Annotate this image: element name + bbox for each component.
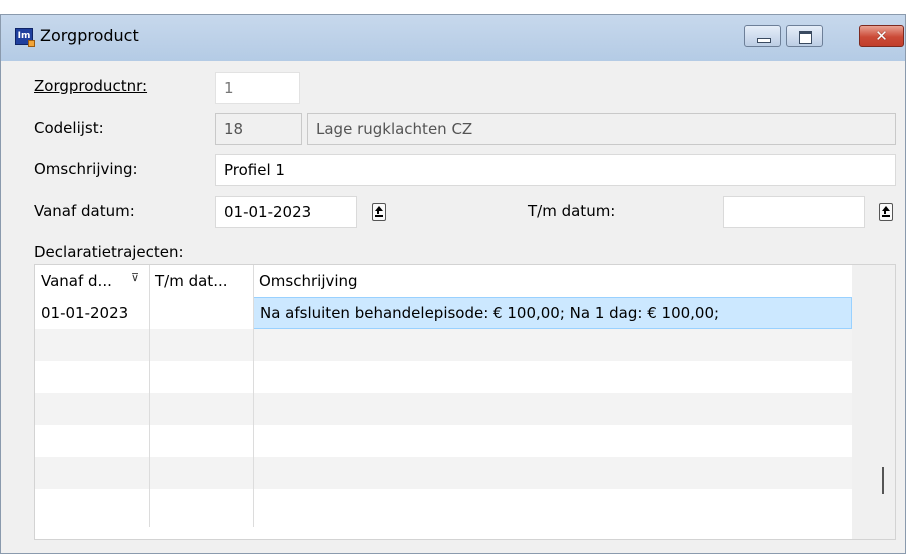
table-row: [35, 393, 852, 425]
declaratietrajecten-label: Declaratietrajecten:: [34, 243, 184, 261]
tm-datum-field[interactable]: [723, 196, 865, 228]
omschrijving-field[interactable]: Profiel 1: [215, 154, 896, 186]
close-icon: ✕: [875, 27, 888, 45]
minimize-icon: [757, 38, 771, 43]
app-icon: Im: [15, 28, 35, 47]
vertical-scrollbar[interactable]: [852, 265, 895, 539]
omschrijving-label: Omschrijving:: [34, 160, 138, 178]
column-header-omschrijving[interactable]: Omschrijving: [253, 265, 852, 297]
column-header-vanaf-text: Vanaf d...: [41, 272, 112, 290]
maximize-icon: [799, 31, 812, 44]
table-row: [35, 457, 852, 489]
table-row: [35, 361, 852, 393]
cell-tm: [149, 297, 253, 329]
title-bar[interactable]: Im Zorgproduct ✕: [1, 15, 905, 61]
zorgproductnr-field[interactable]: 1: [215, 72, 300, 104]
cell-omschrijving-selected[interactable]: Na afsluiten behandelepisode: € 100,00; …: [253, 297, 852, 329]
codelijst-description-field: Lage rugklachten CZ: [307, 113, 896, 145]
grid-header-row: Vanaf d... ⊽ T/m dat... Omschrijving: [35, 265, 852, 297]
window-title: Zorgproduct: [40, 26, 139, 45]
declaratietrajecten-grid[interactable]: Vanaf d... ⊽ T/m dat... Omschrijving 01-…: [34, 264, 896, 540]
codelijst-code-field[interactable]: 18: [215, 113, 302, 145]
minimize-button[interactable]: [744, 25, 781, 47]
vanaf-datum-field[interactable]: 01-01-2023: [215, 196, 357, 228]
zorgproductnr-label-text: Zorgproductnr:: [34, 77, 148, 95]
tm-datum-label: T/m datum:: [528, 202, 616, 220]
codelijst-label: Codelijst:: [34, 119, 104, 137]
app-icon-badge: [28, 40, 35, 47]
column-header-tm[interactable]: T/m dat...: [149, 265, 253, 297]
maximize-button[interactable]: [786, 25, 823, 47]
table-row: [35, 489, 852, 521]
table-row: [35, 425, 852, 457]
close-button[interactable]: ✕: [859, 25, 904, 47]
table-row[interactable]: 01-01-2023 Na afsluiten behandelepisode:…: [35, 297, 852, 329]
cell-vanaf: 01-01-2023: [41, 304, 129, 322]
filter-icon[interactable]: ⊽: [131, 271, 139, 284]
zorgproductnr-label: Zorgproductnr:: [34, 77, 147, 95]
column-divider[interactable]: [253, 265, 254, 527]
vanaf-datum-label: Vanaf datum:: [34, 202, 135, 220]
zorgproduct-window: Im Zorgproduct ✕ Zorgproductnr: 1 Codeli…: [0, 14, 906, 554]
scrollbar-thumb[interactable]: [882, 467, 884, 494]
vanaf-datum-picker-button[interactable]: [372, 203, 386, 221]
tm-datum-picker-button[interactable]: [879, 203, 893, 221]
column-divider[interactable]: [149, 265, 150, 527]
table-row: [35, 329, 852, 361]
